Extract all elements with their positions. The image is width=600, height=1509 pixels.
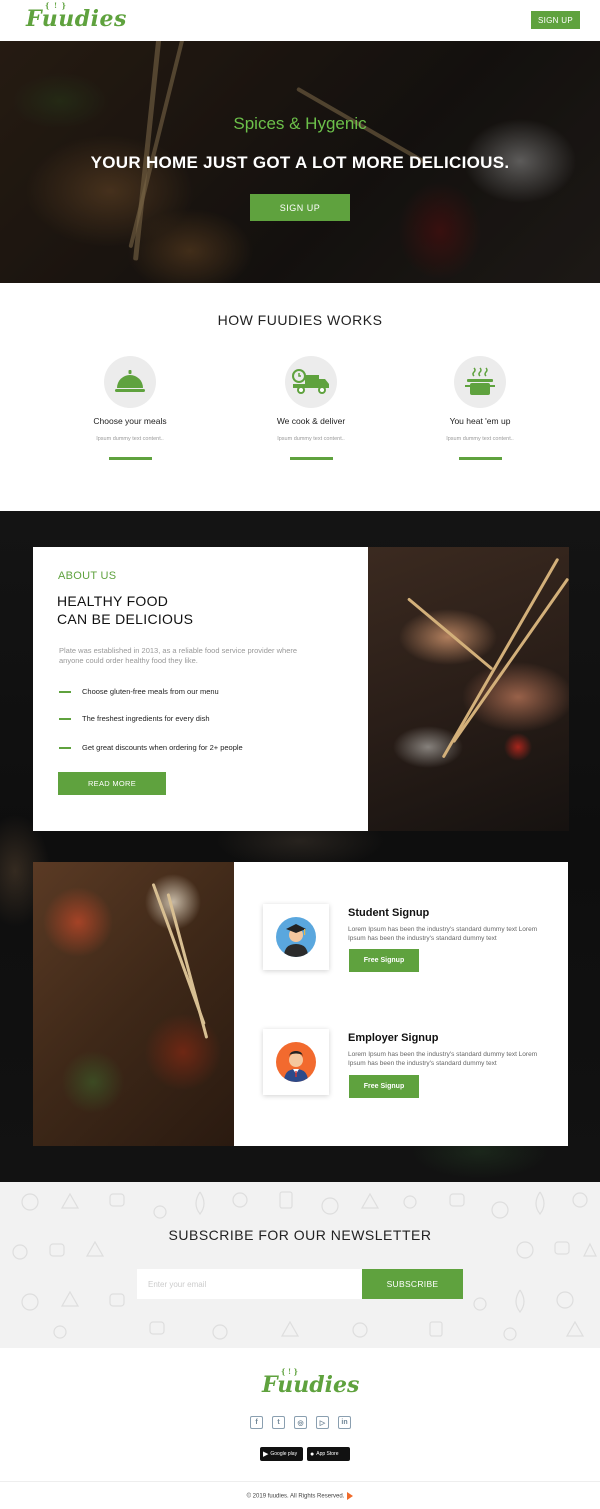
facebook-icon[interactable]: f: [250, 1416, 263, 1429]
steam-icon: { ! }: [281, 1367, 298, 1376]
hero-signup-button[interactable]: SIGN UP: [250, 194, 350, 221]
step-label: We cook & deliver: [276, 416, 346, 426]
logo-text: Fuudies: [26, 6, 127, 32]
google-play-icon: ▶: [263, 1451, 269, 1458]
app-store-badges: ▶ Google play ● App Store: [260, 1447, 350, 1461]
chopstick-decoration: [441, 557, 560, 759]
step-label: Choose your meals: [93, 416, 167, 426]
twitter-icon[interactable]: t: [272, 1416, 285, 1429]
chopstick-decoration: [407, 597, 494, 671]
employer-signup-row: Employer Signup Lorem Ipsum has been the…: [234, 1029, 568, 1109]
footer-logo[interactable]: { ! } Fuudies: [262, 1367, 360, 1398]
youtube-icon[interactable]: ▷: [316, 1416, 329, 1429]
step-description: Ipsum dummy text content..: [96, 436, 164, 442]
site-header: { ! } Fuudies SIGN UP: [0, 0, 600, 41]
step-description: Ipsum dummy text content..: [277, 436, 345, 442]
social-links: f t ◎ ▷ in: [250, 1416, 351, 1429]
avatar-card: [263, 1029, 329, 1095]
graduate-avatar-icon: [276, 917, 316, 957]
dash-icon: [59, 690, 71, 693]
step-underline: [289, 457, 333, 460]
copyright-text: © 2019 fuudies. All Rights Reserved.: [246, 1493, 345, 1500]
signup-panel: Student Signup Lorem Ipsum has been the …: [234, 862, 568, 1146]
employer-signup-heading: Employer Signup: [348, 1032, 439, 1044]
step-label: You heat 'em up: [449, 416, 511, 426]
app-store-badge[interactable]: ● App Store: [307, 1447, 350, 1461]
avatar-card: [263, 904, 329, 970]
about-list-text: Choose gluten-free meals from our menu: [82, 687, 219, 696]
about-body: Plate was established in 2013, as a reli…: [59, 646, 298, 665]
about-list-item: Get great discounts when ordering for 2+…: [59, 743, 243, 752]
student-signup-text: Lorem Ipsum has been the industry's stan…: [348, 926, 538, 942]
cooking-pot-icon: [454, 356, 506, 408]
steam-icon: { ! }: [45, 1, 67, 10]
step-description: Ipsum dummy text content..: [446, 436, 514, 442]
employer-signup-text: Lorem Ipsum has been the industry's stan…: [348, 1051, 538, 1067]
chopstick-decoration: [166, 893, 209, 1039]
footer-logo-text: Fuudies: [262, 1372, 360, 1398]
step-underline: [108, 457, 152, 460]
about-title-line: HEALTHY FOOD: [57, 593, 169, 609]
instagram-icon[interactable]: ◎: [294, 1416, 307, 1429]
apple-icon: ●: [310, 1450, 315, 1458]
employer-free-signup-button[interactable]: Free Signup: [349, 1075, 419, 1098]
hero-section: Spices & Hygenic YOUR HOME JUST GOT A LO…: [0, 41, 600, 283]
subscribe-button[interactable]: SUBSCRIBE: [362, 1269, 463, 1299]
step-heat-up: You heat 'em up Ipsum dummy text content…: [410, 356, 550, 460]
copyright: © 2019 fuudies. All Rights Reserved.: [0, 1492, 600, 1500]
cloche-icon: [104, 356, 156, 408]
newsletter-email-input[interactable]: [137, 1269, 362, 1299]
footer-divider: [0, 1481, 600, 1482]
site-footer: { ! } Fuudies f t ◎ ▷ in ▶ Google play ●…: [0, 1348, 600, 1509]
fuudies-logo[interactable]: { ! } Fuudies: [26, 1, 127, 32]
about-title-line: CAN BE DELICIOUS: [57, 611, 194, 627]
student-free-signup-button[interactable]: Free Signup: [349, 949, 419, 972]
newsletter-title: SUBSCRIBE FOR OUR NEWSLETTER: [168, 1227, 432, 1243]
brand-flag-icon: [347, 1492, 354, 1500]
about-card: ABOUT US HEALTHY FOOD CAN BE DELICIOUS P…: [33, 547, 368, 831]
hero-headline: YOUR HOME JUST GOT A LOT MORE DELICIOUS.: [90, 153, 510, 172]
how-it-works-title: HOW FUUDIES WORKS: [217, 312, 383, 328]
about-list-item: Choose gluten-free meals from our menu: [59, 687, 219, 696]
linkedin-icon[interactable]: in: [338, 1416, 351, 1429]
about-list-item: The freshest ingredients for every dish: [59, 714, 210, 723]
employee-avatar-icon: [276, 1042, 316, 1082]
food-table-photo: [33, 862, 234, 1146]
student-signup-row: Student Signup Lorem Ipsum has been the …: [234, 904, 568, 984]
step-choose-meals: Choose your meals Ipsum dummy text conte…: [60, 356, 200, 460]
food-doodle-pattern: [12, 1191, 597, 1341]
chopstick-decoration: [452, 577, 569, 744]
hero-tagline: Spices & Hygenic: [233, 114, 367, 133]
step-cook-deliver: We cook & deliver Ipsum dummy text conte…: [241, 356, 381, 460]
dash-icon: [59, 746, 71, 749]
google-play-badge[interactable]: ▶ Google play: [260, 1447, 303, 1461]
about-title: HEALTHY FOOD CAN BE DELICIOUS: [57, 592, 193, 628]
about-list-text: The freshest ingredients for every dish: [82, 714, 210, 723]
delivery-truck-icon: [285, 356, 337, 408]
about-list-text: Get great discounts when ordering for 2+…: [82, 743, 243, 752]
header-signup-button[interactable]: SIGN UP: [531, 11, 580, 29]
dash-icon: [59, 717, 71, 720]
google-play-label: Google play: [270, 1450, 298, 1457]
read-more-button[interactable]: READ MORE: [58, 772, 166, 795]
step-underline: [458, 457, 502, 460]
chopsticks-photo: [368, 547, 569, 831]
newsletter-section: SUBSCRIBE FOR OUR NEWSLETTER SUBSCRIBE: [0, 1182, 600, 1348]
student-signup-heading: Student Signup: [348, 907, 430, 919]
app-store-label: App Store: [316, 1450, 339, 1457]
about-kicker: ABOUT US: [58, 570, 117, 582]
